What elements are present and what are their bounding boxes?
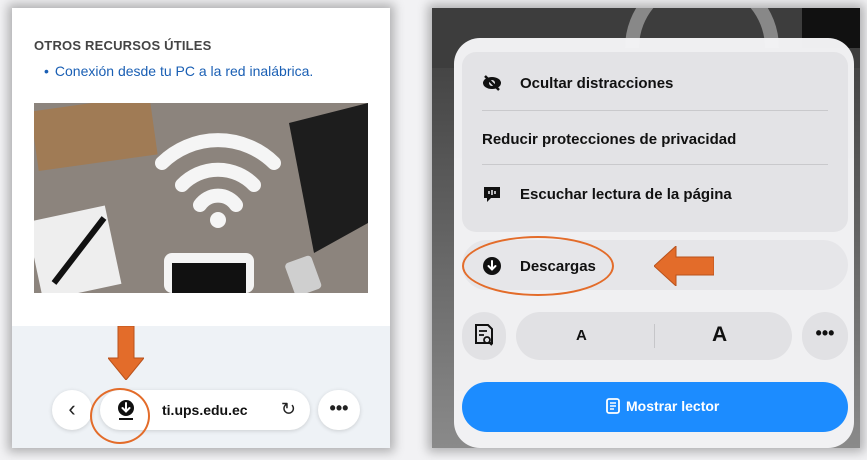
document-search-icon [475, 324, 493, 346]
annotation-circle-download [90, 388, 150, 444]
more-icon: ••• [329, 398, 349, 418]
show-reader-button[interactable]: Mostrar lector [462, 382, 848, 432]
wifi-resource-link-item[interactable]: • Conexión desde tu PC a la red inalábric… [44, 63, 313, 79]
reader-settings-button[interactable] [462, 312, 506, 360]
chevron-left-icon: ‹ [68, 396, 76, 421]
separator [482, 164, 828, 165]
controls-row: A A ••• [462, 312, 848, 360]
reload-icon[interactable]: ↻ [281, 399, 296, 420]
url-text[interactable]: ti.ups.edu.ec [162, 402, 248, 418]
annotation-arrow-left [654, 246, 714, 286]
wifi-photo [34, 103, 368, 293]
eye-slash-icon [483, 75, 501, 91]
left-screenshot: OTROS RECURSOS ÚTILES • Conexión desde tu… [12, 8, 390, 448]
section-title: OTROS RECURSOS ÚTILES [34, 38, 212, 53]
speech-bubble-icon [484, 187, 500, 202]
reader-icon [606, 398, 620, 414]
annotation-arrow-down [108, 326, 144, 380]
more-options-button[interactable]: ••• [802, 312, 848, 360]
back-button[interactable]: ‹ [52, 390, 92, 430]
wifi-resource-link[interactable]: Conexión desde tu PC a la red inalábrica… [55, 63, 313, 79]
separator [482, 110, 828, 111]
more-button[interactable]: ••• [318, 390, 360, 430]
wifi-photo-illustration [34, 103, 368, 293]
annotation-circle-downloads [462, 236, 614, 296]
divider [654, 324, 655, 348]
decrease-font-button[interactable]: A [576, 327, 587, 344]
increase-font-button[interactable]: A [712, 323, 727, 347]
font-size-control: A A [516, 312, 792, 360]
more-icon: ••• [815, 323, 835, 343]
